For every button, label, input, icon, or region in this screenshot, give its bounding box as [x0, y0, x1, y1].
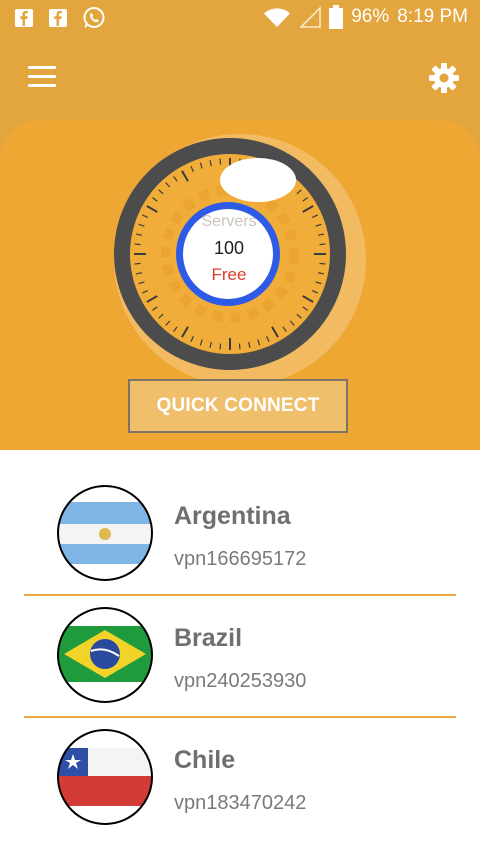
status-bar: 96% 8:19 PM: [0, 0, 480, 36]
dial-tick: [219, 343, 222, 350]
chile-flag-icon: [57, 729, 153, 825]
brazil-flag-icon: [57, 607, 153, 703]
quick-connect-button[interactable]: QUICK CONNECT: [128, 379, 348, 433]
battery-icon: [329, 5, 344, 29]
server-id: vpn166695172: [174, 548, 307, 570]
hamburger-menu-icon[interactable]: [28, 66, 56, 88]
list-item[interactable]: Chile vpn183470242: [24, 694, 456, 825]
gear-icon[interactable]: [428, 62, 460, 94]
battery-percent: 96%: [351, 6, 390, 27]
plan-label: Free: [211, 265, 247, 284]
server-count: 100: [213, 238, 245, 258]
server-list: Argentina vpn166695172 Brazil vpn2402539…: [0, 450, 480, 854]
dial-tick: [319, 262, 326, 265]
server-id: vpn183470242: [174, 792, 307, 814]
facebook-icon: [49, 9, 67, 27]
argentina-flag-icon: [57, 485, 153, 581]
dial-tick: [134, 262, 141, 265]
app-bar: [0, 36, 480, 120]
country-name: Brazil: [174, 624, 243, 652]
dial-tick: [134, 243, 141, 246]
country-name: Argentina: [174, 502, 291, 530]
whatsapp-icon: [83, 7, 105, 28]
wifi-icon: [264, 8, 291, 27]
list-item[interactable]: Argentina vpn166695172: [24, 450, 456, 581]
list-item[interactable]: Brazil vpn240253930: [24, 572, 456, 703]
signal-icon: [299, 6, 322, 28]
server-id: vpn240253930: [174, 670, 307, 692]
dial-tick: [319, 243, 326, 246]
country-name: Chile: [174, 746, 236, 774]
facebook-icon: [15, 9, 33, 27]
dial-info: Servers 100 Free: [180, 210, 278, 288]
servers-label: Servers: [201, 213, 257, 230]
dial-tick: [219, 158, 222, 165]
clock: 8:19 PM: [397, 6, 468, 27]
dial-tick: [238, 343, 241, 350]
